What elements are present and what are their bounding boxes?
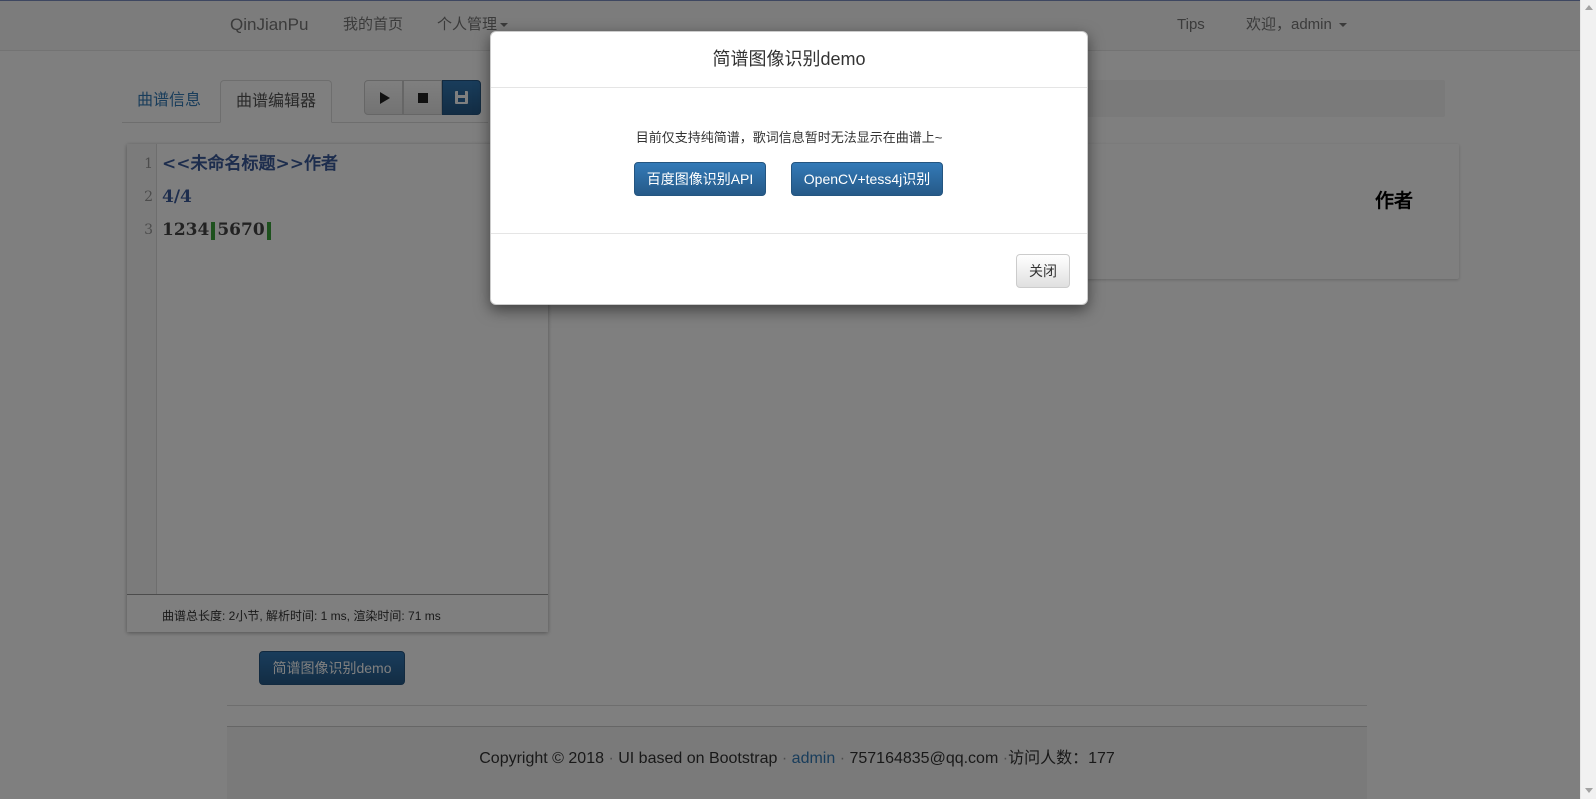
modal-note: 目前仅支持纯简谱，歌词信息暂时无法显示在曲谱上~ [635, 130, 943, 145]
ocr-demo-modal: 简谱图像识别demo 目前仅支持纯简谱，歌词信息暂时无法显示在曲谱上~ 百度图像… [490, 31, 1088, 305]
scroll-down-icon[interactable] [1585, 788, 1593, 793]
modal-header: 简谱图像识别demo [491, 32, 1087, 88]
close-button[interactable]: 关闭 [1016, 254, 1070, 288]
vertical-scrollbar[interactable] [1580, 0, 1596, 799]
opencv-tess4j-button[interactable]: OpenCV+tess4j识别 [791, 162, 943, 196]
baidu-api-button[interactable]: 百度图像识别API [634, 162, 766, 196]
scroll-up-icon[interactable] [1585, 5, 1593, 10]
modal-footer: 关闭 [491, 233, 1087, 304]
modal-body: 目前仅支持纯简谱，歌词信息暂时无法显示在曲谱上~ [491, 88, 1087, 233]
modal-title: 简谱图像识别demo [712, 49, 866, 69]
